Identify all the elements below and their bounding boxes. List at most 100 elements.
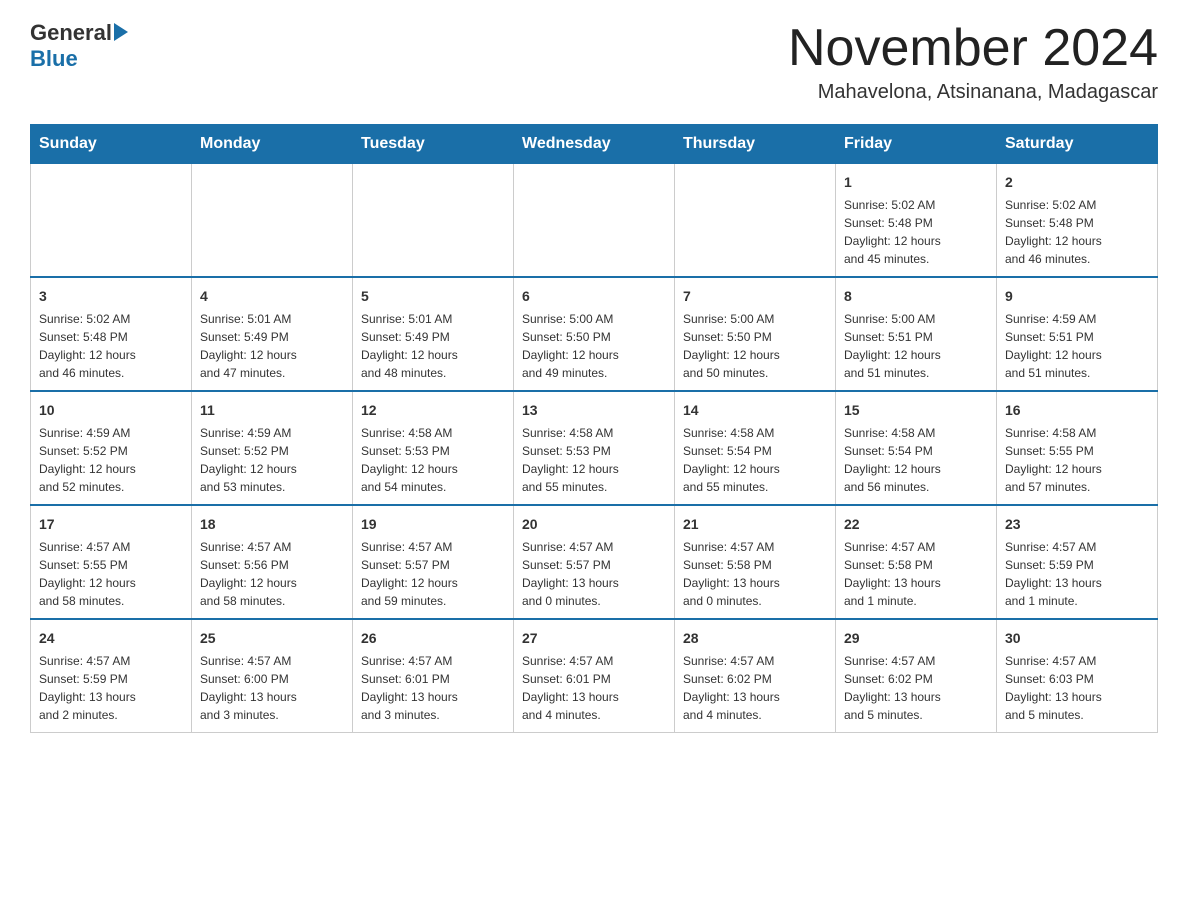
- day-info: Sunrise: 4:58 AM Sunset: 5:54 PM Dayligh…: [683, 424, 827, 496]
- table-cell: 16 Sunrise: 4:58 AM Sunset: 5:55 PM Dayli…: [997, 391, 1158, 505]
- page-header: General Blue November 2024 Mahavelona, A…: [30, 20, 1158, 104]
- week-row-5: 24 Sunrise: 4:57 AM Sunset: 5:59 PM Dayli…: [31, 619, 1158, 733]
- day-info: Sunrise: 4:57 AM Sunset: 6:03 PM Dayligh…: [1005, 652, 1149, 724]
- table-cell: 27 Sunrise: 4:57 AM Sunset: 6:01 PM Dayli…: [514, 619, 675, 733]
- table-cell: 29Sunrise: 4:57 AM Sunset: 6:02 PM Dayli…: [836, 619, 997, 733]
- day-number: 24: [39, 628, 183, 649]
- table-cell: 2 Sunrise: 5:02 AM Sunset: 5:48 PM Daylig…: [997, 164, 1158, 278]
- table-cell: 6 Sunrise: 5:00 AM Sunset: 5:50 PM Daylig…: [514, 277, 675, 391]
- table-cell: 8 Sunrise: 5:00 AM Sunset: 5:51 PM Daylig…: [836, 277, 997, 391]
- day-number: 3: [39, 286, 183, 307]
- table-cell: 12 Sunrise: 4:58 AM Sunset: 5:53 PM Dayli…: [353, 391, 514, 505]
- header-sunday: Sunday: [31, 125, 192, 164]
- table-cell: 14 Sunrise: 4:58 AM Sunset: 5:54 PM Dayli…: [675, 391, 836, 505]
- table-cell: 11Sunrise: 4:59 AM Sunset: 5:52 PM Dayli…: [192, 391, 353, 505]
- weekday-header-row: Sunday Monday Tuesday Wednesday Thursday…: [31, 125, 1158, 164]
- logo-blue-text: Blue: [30, 46, 78, 72]
- day-number: 29: [844, 628, 988, 649]
- day-number: 25: [200, 628, 344, 649]
- day-number: 16: [1005, 400, 1149, 421]
- week-row-4: 17Sunrise: 4:57 AM Sunset: 5:55 PM Dayli…: [31, 505, 1158, 619]
- title-block: November 2024 Mahavelona, Atsinanana, Ma…: [788, 20, 1158, 104]
- day-info: Sunrise: 4:59 AM Sunset: 5:51 PM Dayligh…: [1005, 310, 1149, 382]
- day-number: 28: [683, 628, 827, 649]
- day-number: 2: [1005, 172, 1149, 193]
- day-number: 20: [522, 514, 666, 535]
- header-monday: Monday: [192, 125, 353, 164]
- day-info: Sunrise: 5:02 AM Sunset: 5:48 PM Dayligh…: [39, 310, 183, 382]
- table-cell: 28Sunrise: 4:57 AM Sunset: 6:02 PM Dayli…: [675, 619, 836, 733]
- day-info: Sunrise: 5:02 AM Sunset: 5:48 PM Dayligh…: [844, 196, 988, 268]
- table-cell: [192, 164, 353, 278]
- day-number: 22: [844, 514, 988, 535]
- day-info: Sunrise: 5:00 AM Sunset: 5:50 PM Dayligh…: [522, 310, 666, 382]
- day-info: Sunrise: 4:57 AM Sunset: 5:58 PM Dayligh…: [844, 538, 988, 610]
- day-info: Sunrise: 4:58 AM Sunset: 5:53 PM Dayligh…: [361, 424, 505, 496]
- day-info: Sunrise: 5:00 AM Sunset: 5:51 PM Dayligh…: [844, 310, 988, 382]
- header-wednesday: Wednesday: [514, 125, 675, 164]
- day-info: Sunrise: 4:59 AM Sunset: 5:52 PM Dayligh…: [39, 424, 183, 496]
- table-cell: 13Sunrise: 4:58 AM Sunset: 5:53 PM Dayli…: [514, 391, 675, 505]
- day-number: 21: [683, 514, 827, 535]
- table-cell: 3 Sunrise: 5:02 AM Sunset: 5:48 PM Daylig…: [31, 277, 192, 391]
- logo: General Blue: [30, 20, 128, 72]
- location-title: Mahavelona, Atsinanana, Madagascar: [788, 81, 1158, 104]
- table-cell: 22 Sunrise: 4:57 AM Sunset: 5:58 PM Dayli…: [836, 505, 997, 619]
- table-cell: 15Sunrise: 4:58 AM Sunset: 5:54 PM Dayli…: [836, 391, 997, 505]
- table-cell: 17Sunrise: 4:57 AM Sunset: 5:55 PM Dayli…: [31, 505, 192, 619]
- day-info: Sunrise: 4:58 AM Sunset: 5:55 PM Dayligh…: [1005, 424, 1149, 496]
- day-number: 17: [39, 514, 183, 535]
- day-info: Sunrise: 4:57 AM Sunset: 5:58 PM Dayligh…: [683, 538, 827, 610]
- day-info: Sunrise: 4:57 AM Sunset: 5:56 PM Dayligh…: [200, 538, 344, 610]
- day-info: Sunrise: 4:57 AM Sunset: 5:57 PM Dayligh…: [361, 538, 505, 610]
- day-info: Sunrise: 4:57 AM Sunset: 6:00 PM Dayligh…: [200, 652, 344, 724]
- table-cell: 1Sunrise: 5:02 AM Sunset: 5:48 PM Daylig…: [836, 164, 997, 278]
- day-number: 5: [361, 286, 505, 307]
- week-row-2: 3 Sunrise: 5:02 AM Sunset: 5:48 PM Daylig…: [31, 277, 1158, 391]
- day-number: 12: [361, 400, 505, 421]
- day-info: Sunrise: 4:57 AM Sunset: 6:01 PM Dayligh…: [522, 652, 666, 724]
- table-cell: 24 Sunrise: 4:57 AM Sunset: 5:59 PM Dayli…: [31, 619, 192, 733]
- table-cell: [31, 164, 192, 278]
- day-info: Sunrise: 5:02 AM Sunset: 5:48 PM Dayligh…: [1005, 196, 1149, 268]
- header-friday: Friday: [836, 125, 997, 164]
- day-info: Sunrise: 4:57 AM Sunset: 5:59 PM Dayligh…: [39, 652, 183, 724]
- day-info: Sunrise: 4:57 AM Sunset: 5:59 PM Dayligh…: [1005, 538, 1149, 610]
- day-number: 19: [361, 514, 505, 535]
- table-cell: 21 Sunrise: 4:57 AM Sunset: 5:58 PM Dayli…: [675, 505, 836, 619]
- day-info: Sunrise: 4:57 AM Sunset: 6:01 PM Dayligh…: [361, 652, 505, 724]
- header-tuesday: Tuesday: [353, 125, 514, 164]
- day-number: 8: [844, 286, 988, 307]
- day-number: 26: [361, 628, 505, 649]
- week-row-1: 1Sunrise: 5:02 AM Sunset: 5:48 PM Daylig…: [31, 164, 1158, 278]
- table-cell: 10Sunrise: 4:59 AM Sunset: 5:52 PM Dayli…: [31, 391, 192, 505]
- table-cell: 19 Sunrise: 4:57 AM Sunset: 5:57 PM Dayli…: [353, 505, 514, 619]
- header-saturday: Saturday: [997, 125, 1158, 164]
- table-cell: 25 Sunrise: 4:57 AM Sunset: 6:00 PM Dayli…: [192, 619, 353, 733]
- day-info: Sunrise: 4:58 AM Sunset: 5:54 PM Dayligh…: [844, 424, 988, 496]
- table-cell: 30 Sunrise: 4:57 AM Sunset: 6:03 PM Dayli…: [997, 619, 1158, 733]
- table-cell: 18Sunrise: 4:57 AM Sunset: 5:56 PM Dayli…: [192, 505, 353, 619]
- table-cell: 7Sunrise: 5:00 AM Sunset: 5:50 PM Daylig…: [675, 277, 836, 391]
- day-info: Sunrise: 5:01 AM Sunset: 5:49 PM Dayligh…: [200, 310, 344, 382]
- day-number: 6: [522, 286, 666, 307]
- table-cell: 26 Sunrise: 4:57 AM Sunset: 6:01 PM Dayli…: [353, 619, 514, 733]
- logo-general-text: General: [30, 20, 112, 46]
- day-number: 4: [200, 286, 344, 307]
- day-info: Sunrise: 5:00 AM Sunset: 5:50 PM Dayligh…: [683, 310, 827, 382]
- table-cell: [675, 164, 836, 278]
- day-number: 14: [683, 400, 827, 421]
- table-cell: 23 Sunrise: 4:57 AM Sunset: 5:59 PM Dayli…: [997, 505, 1158, 619]
- table-cell: 9 Sunrise: 4:59 AM Sunset: 5:51 PM Daylig…: [997, 277, 1158, 391]
- header-thursday: Thursday: [675, 125, 836, 164]
- table-cell: 5 Sunrise: 5:01 AM Sunset: 5:49 PM Daylig…: [353, 277, 514, 391]
- table-cell: [353, 164, 514, 278]
- day-info: Sunrise: 5:01 AM Sunset: 5:49 PM Dayligh…: [361, 310, 505, 382]
- day-number: 9: [1005, 286, 1149, 307]
- table-cell: 20Sunrise: 4:57 AM Sunset: 5:57 PM Dayli…: [514, 505, 675, 619]
- day-number: 27: [522, 628, 666, 649]
- day-number: 23: [1005, 514, 1149, 535]
- day-info: Sunrise: 4:58 AM Sunset: 5:53 PM Dayligh…: [522, 424, 666, 496]
- day-number: 30: [1005, 628, 1149, 649]
- table-cell: [514, 164, 675, 278]
